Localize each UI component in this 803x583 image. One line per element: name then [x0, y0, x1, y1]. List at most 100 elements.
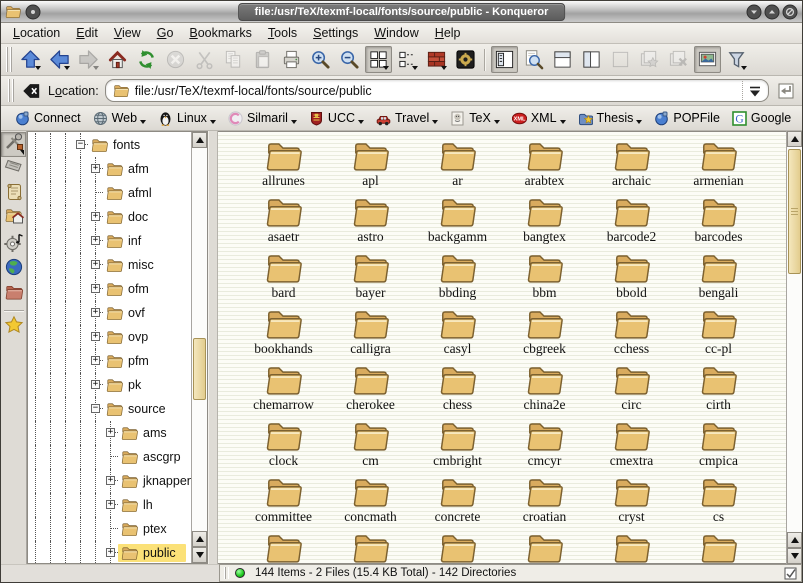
- sidebar-network-button[interactable]: [1, 257, 26, 282]
- reload-button[interactable]: [133, 46, 160, 73]
- folder-item[interactable]: bayer: [327, 250, 414, 306]
- tree-item-inf[interactable]: +inf: [28, 229, 191, 253]
- tree-item-afml[interactable]: afml: [28, 181, 191, 205]
- tree-item-body[interactable]: doc: [103, 208, 158, 226]
- folder-item[interactable]: clock: [240, 418, 327, 474]
- folder-item[interactable]: bengali: [675, 250, 762, 306]
- tree-item-body[interactable]: afm: [103, 160, 159, 178]
- minimize-button[interactable]: [746, 4, 762, 20]
- go-button[interactable]: [774, 79, 798, 103]
- bookmark-google[interactable]: GGoogle: [727, 109, 796, 128]
- folder-item[interactable]: cchess: [588, 306, 675, 362]
- tree-item-source[interactable]: −source: [28, 397, 191, 421]
- location-input[interactable]: file:/usr/TeX/texmf-local/fonts/source/p…: [105, 79, 769, 102]
- expander-box-icon[interactable]: +: [91, 308, 100, 317]
- tree-expander-plus[interactable]: +: [88, 277, 103, 301]
- tree-scrollbar[interactable]: [191, 132, 207, 563]
- bookmark-wikipedia[interactable]: WWikipedia: [798, 109, 803, 128]
- folder-item[interactable]: [414, 530, 501, 564]
- menu-tools[interactable]: Tools: [260, 24, 305, 42]
- scroll-up-button[interactable]: [192, 531, 207, 547]
- folder-item[interactable]: cs: [675, 474, 762, 530]
- tree-item-ofm[interactable]: +ofm: [28, 277, 191, 301]
- menu-bookmarks[interactable]: Bookmarks: [181, 24, 260, 42]
- tree-item-public[interactable]: +public: [28, 541, 191, 564]
- sidebar-bookmarks-button[interactable]: [1, 315, 26, 340]
- expander-box-icon[interactable]: +: [91, 260, 100, 269]
- folder-item[interactable]: concmath: [327, 474, 414, 530]
- sidebar-history-button[interactable]: [1, 182, 26, 207]
- folder-item[interactable]: cm: [327, 418, 414, 474]
- split-vertical-button[interactable]: [578, 46, 605, 73]
- folder-item[interactable]: bangtex: [501, 194, 588, 250]
- zoom-in-button[interactable]: [307, 46, 334, 73]
- titlebar[interactable]: file:/usr/TeX/texmf-local/fonts/source/p…: [1, 1, 802, 23]
- folder-item[interactable]: cbgreek: [501, 306, 588, 362]
- expander-box-icon[interactable]: +: [91, 164, 100, 173]
- tree-item-jknappen[interactable]: +jknappen: [28, 469, 191, 493]
- folder-item[interactable]: cherokee: [327, 362, 414, 418]
- location-value[interactable]: file:/usr/TeX/texmf-local/fonts/source/p…: [135, 84, 742, 98]
- tree-item-body[interactable]: ptex: [118, 520, 177, 538]
- sidebar-root-folder-button[interactable]: [1, 282, 26, 307]
- expander-box-icon[interactable]: +: [91, 332, 100, 341]
- folder-item[interactable]: [675, 530, 762, 564]
- expander-box-icon[interactable]: −: [76, 140, 85, 149]
- tree-expander-minus[interactable]: −: [73, 133, 88, 157]
- menu-view[interactable]: View: [106, 24, 149, 42]
- tree-expander-plus[interactable]: +: [103, 421, 118, 445]
- tree-item-body[interactable]: source: [103, 400, 176, 418]
- icon-view-button[interactable]: [365, 46, 392, 73]
- folder-item[interactable]: cmcyr: [501, 418, 588, 474]
- clear-location-button[interactable]: [19, 79, 43, 103]
- expander-box-icon[interactable]: +: [106, 476, 115, 485]
- folder-item[interactable]: backgamm: [414, 194, 501, 250]
- tree-expander-plus[interactable]: +: [88, 205, 103, 229]
- bookmark-tex[interactable]: TeX: [445, 109, 505, 128]
- tree-item-lh[interactable]: +lh: [28, 493, 191, 517]
- tree-expander-plus[interactable]: +: [103, 493, 118, 517]
- toolbar-grip[interactable]: [8, 79, 15, 102]
- tree-item-ovp[interactable]: +ovp: [28, 325, 191, 349]
- folder-item[interactable]: concrete: [414, 474, 501, 530]
- tree-expander-plus[interactable]: +: [88, 349, 103, 373]
- scroll-down-button[interactable]: [787, 548, 802, 564]
- folder-item[interactable]: bookhands: [240, 306, 327, 362]
- print-button[interactable]: [278, 46, 305, 73]
- tree-item-body[interactable]: misc: [103, 256, 164, 274]
- scrollbar-thumb[interactable]: [193, 338, 206, 400]
- scroll-down-button[interactable]: [192, 547, 207, 563]
- tree-item-body[interactable]: lh: [118, 496, 163, 514]
- scrollbar-thumb[interactable]: [788, 149, 801, 274]
- tree-expander-plus[interactable]: +: [88, 157, 103, 181]
- up-button[interactable]: [17, 46, 44, 73]
- folder-item[interactable]: armenian: [675, 138, 762, 194]
- scroll-up-button[interactable]: [192, 132, 207, 148]
- tree-item-pfm[interactable]: +pfm: [28, 349, 191, 373]
- sidebar-toggle-button[interactable]: [491, 46, 518, 73]
- tree-item-afm[interactable]: +afm: [28, 157, 191, 181]
- folder-item[interactable]: cmextra: [588, 418, 675, 474]
- view-link-checkbox-icon[interactable]: [784, 567, 797, 580]
- folder-item[interactable]: cmbright: [414, 418, 501, 474]
- embedded-viewer-button[interactable]: [452, 46, 479, 73]
- filter-button[interactable]: [723, 46, 750, 73]
- folder-item[interactable]: circ: [588, 362, 675, 418]
- tree-item-fonts[interactable]: −fonts: [28, 133, 191, 157]
- folder-item[interactable]: bbold: [588, 250, 675, 306]
- tree-item-body[interactable]: fonts: [88, 136, 150, 154]
- folder-item[interactable]: [327, 530, 414, 564]
- tree-item-ascgrp[interactable]: ascgrp: [28, 445, 191, 469]
- folder-item[interactable]: apl: [327, 138, 414, 194]
- tree-item-pk[interactable]: +pk: [28, 373, 191, 397]
- tree-item-body[interactable]: ofm: [103, 280, 159, 298]
- bookmark-popfile[interactable]: POPFile: [649, 109, 725, 128]
- menu-help[interactable]: Help: [427, 24, 469, 42]
- tree-expander-plus[interactable]: +: [88, 373, 103, 397]
- folder-item[interactable]: asaetr: [240, 194, 327, 250]
- location-dropdown-icon[interactable]: [742, 81, 766, 100]
- expander-box-icon[interactable]: +: [91, 212, 100, 221]
- tree-item-ovf[interactable]: +ovf: [28, 301, 191, 325]
- folder-item[interactable]: allrunes: [240, 138, 327, 194]
- folder-item[interactable]: casyl: [414, 306, 501, 362]
